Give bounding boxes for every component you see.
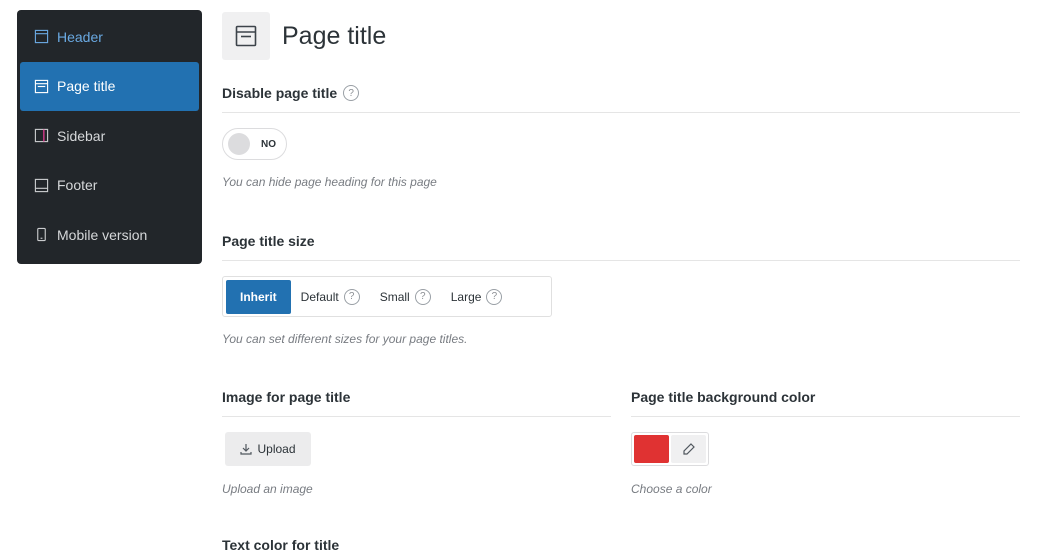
title-image-label-text: Image for page title [222, 389, 351, 405]
divider [631, 416, 1020, 417]
size-option-label: Large [450, 289, 482, 304]
upload-button-label: Upload [257, 442, 296, 456]
eyedropper-icon [682, 443, 695, 455]
size-option-inherit[interactable]: Inherit [226, 279, 291, 314]
disable-title-toggle[interactable]: NO [222, 128, 287, 160]
disable-title-description: You can hide page heading for this page [222, 175, 437, 189]
sidebar-item-label: Footer [57, 177, 98, 194]
mobile-icon [33, 227, 49, 243]
divider [222, 416, 611, 417]
bg-color-label: Page title background color [631, 389, 815, 405]
help-icon[interactable]: ? [343, 85, 360, 101]
help-icon[interactable]: ? [486, 288, 503, 305]
bg-color-description: Choose a color [631, 482, 712, 496]
size-option-label: Inherit [240, 289, 277, 304]
title-image-label: Image for page title [222, 389, 350, 405]
next-section-label: Text color for title [222, 537, 340, 553]
toggle-knob [228, 133, 250, 155]
bg-color-picker[interactable] [631, 432, 709, 466]
help-icon[interactable]: ? [414, 288, 431, 305]
size-option-label: Default [300, 289, 339, 304]
color-swatch[interactable] [634, 435, 669, 463]
disable-title-label: Disable page title ? [222, 85, 360, 101]
size-option-large[interactable]: Large ? [441, 280, 513, 314]
sidebar-item-label: Sidebar [57, 127, 106, 144]
upload-button[interactable]: Upload [225, 432, 311, 466]
divider [222, 112, 1020, 113]
title-size-label-text: Page title size [222, 233, 315, 249]
size-option-label: Small [379, 289, 410, 304]
title-image-description: Upload an image [222, 482, 313, 496]
toggle-state-text: NO [261, 138, 276, 150]
size-option-default[interactable]: Default ? [291, 280, 370, 314]
sidebar-item-footer[interactable]: Footer [20, 161, 199, 211]
header-layout-icon [33, 29, 49, 45]
page-header: Page title [222, 12, 386, 60]
title-size-label: Page title size [222, 233, 315, 249]
sidebar-item-sidebar[interactable]: Sidebar [20, 111, 199, 161]
page-title-layout-icon [33, 78, 49, 94]
eyedropper-button[interactable] [671, 435, 706, 463]
sidebar-item-label: Page title [57, 78, 116, 95]
title-size-selector: Inherit Default ? Small ? Large ? [222, 276, 552, 317]
size-option-small[interactable]: Small ? [370, 280, 441, 314]
settings-sidebar: Header Page title Sidebar Footer Mobile … [17, 10, 202, 264]
sidebar-layout-icon [33, 128, 49, 144]
sidebar-item-mobile-version[interactable]: Mobile version [20, 210, 199, 260]
title-size-description: You can set different sizes for your pag… [222, 332, 468, 346]
sidebar-item-header[interactable]: Header [20, 12, 199, 62]
sidebar-item-label: Header [57, 28, 103, 45]
sidebar-item-label: Mobile version [57, 226, 148, 243]
divider [222, 260, 1020, 261]
download-icon [240, 444, 253, 455]
sidebar-item-page-title[interactable]: Page title [20, 61, 199, 111]
page-title-layout-icon [222, 12, 270, 60]
page-title: Page title [282, 21, 387, 50]
bg-color-label-text: Page title background color [631, 389, 816, 405]
footer-layout-icon [33, 177, 49, 193]
disable-title-label-text: Disable page title [222, 85, 338, 101]
help-icon[interactable]: ? [343, 288, 360, 305]
